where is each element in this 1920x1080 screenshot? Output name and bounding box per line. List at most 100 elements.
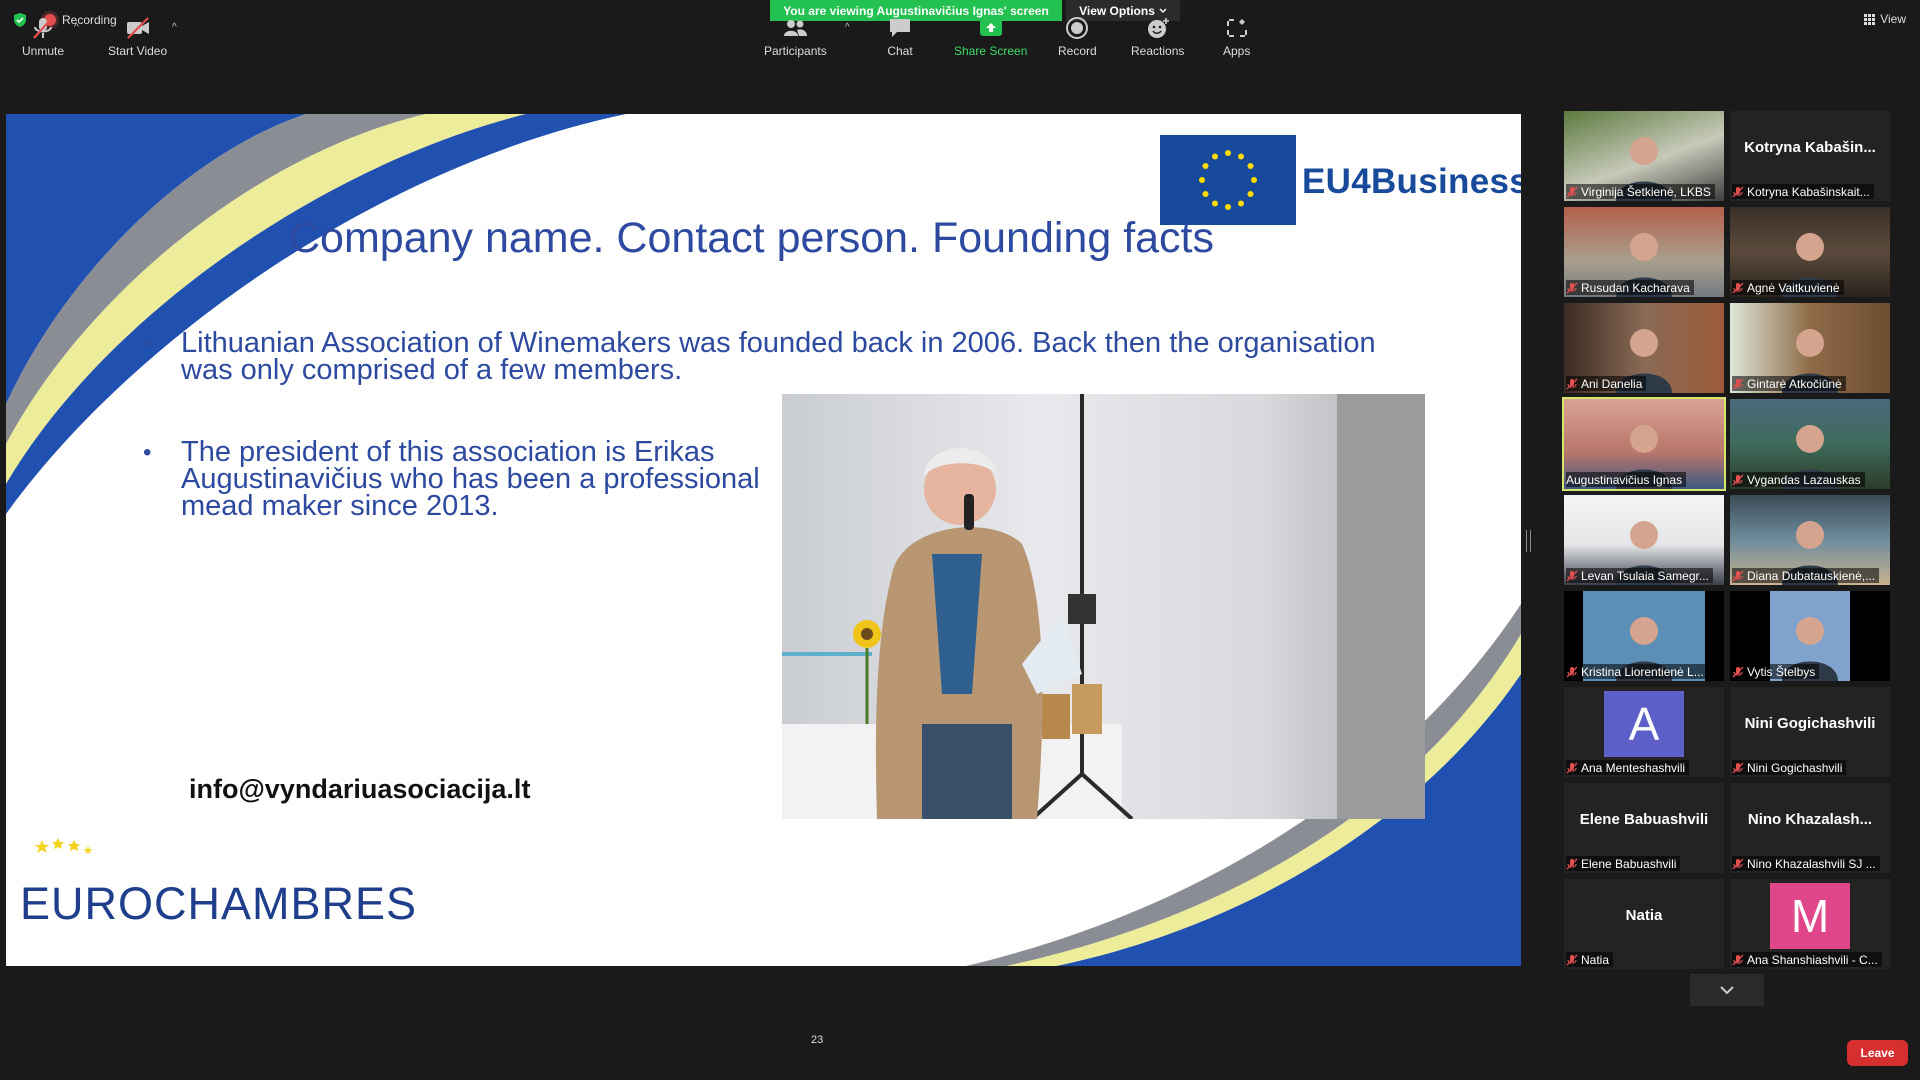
apps-icon xyxy=(1226,19,1247,37)
grid-icon xyxy=(1864,13,1876,25)
participant-tile[interactable]: Virginija Šetkienė, LKBS xyxy=(1564,111,1724,201)
start-video-button[interactable]: Start Video xyxy=(108,16,167,60)
participant-name-label: Ana Shanshiashvili - C... xyxy=(1732,952,1882,967)
participant-tile[interactable]: Natia Natia xyxy=(1564,879,1724,969)
participant-tile[interactable]: Levan Tsulaia Samegr... xyxy=(1564,495,1724,585)
eu4business-logo-text: EU4Business xyxy=(1302,162,1521,201)
mic-muted-icon xyxy=(1566,570,1578,581)
participant-name-label: Kristina Liorentienė L... xyxy=(1566,664,1708,679)
participant-name-text: Diana Dubatauskienė,... xyxy=(1747,568,1876,583)
reactions-icon xyxy=(1147,18,1169,38)
mic-muted-icon xyxy=(1566,954,1578,965)
slide-bullet: • Lithuanian Association of Winemakers w… xyxy=(143,327,1381,386)
participant-tile[interactable]: Agnė Vaitkuvienė xyxy=(1730,207,1890,297)
participant-count-badge: 23 xyxy=(811,1034,824,1046)
participant-name-text: Ana Menteshashvili xyxy=(1581,760,1686,775)
chevron-down-icon xyxy=(1159,8,1167,13)
participant-name-text: Augustinavičius Ignas xyxy=(1566,472,1683,487)
participant-tile[interactable]: Rusudan Kacharava xyxy=(1564,207,1724,297)
audio-options-caret[interactable]: ^ xyxy=(74,22,79,33)
participants-options-caret[interactable]: ^ xyxy=(845,22,850,33)
participant-name-text: Rusudan Kacharava xyxy=(1581,280,1690,295)
unmute-label: Unmute xyxy=(22,44,65,58)
participant-tile[interactable]: Kristina Liorentienė L... xyxy=(1564,591,1724,681)
participant-name-text: Kristina Liorentienė L... xyxy=(1581,664,1704,679)
video-options-caret[interactable]: ^ xyxy=(172,22,177,33)
chevron-down-icon xyxy=(1720,986,1734,995)
participant-tile[interactable]: Vytis Štelbys xyxy=(1730,591,1890,681)
reactions-label: Reactions xyxy=(1131,44,1185,58)
mic-muted-icon xyxy=(1732,666,1744,677)
participant-name-text: Levan Tsulaia Samegr... xyxy=(1581,568,1709,583)
mic-muted-icon xyxy=(1732,378,1744,389)
participant-name-label: Rusudan Kacharava xyxy=(1566,280,1694,295)
participant-name-label: Vytis Štelbys xyxy=(1732,664,1820,679)
participant-name-label: Virginija Šetkienė, LKBS xyxy=(1566,184,1715,199)
participant-name-text: Nini Gogichashvili xyxy=(1747,760,1843,775)
contact-email: info@vyndariuasociacija.lt xyxy=(189,774,531,804)
participant-tile[interactable]: Augustinavičius Ignas xyxy=(1562,397,1726,491)
participant-name-label: Nino Khazalashvili SJ ... xyxy=(1732,856,1880,871)
mic-muted-icon xyxy=(1732,762,1744,773)
participant-tile[interactable]: Elene Babuashvili Elene Babuashvili xyxy=(1564,783,1724,873)
mic-muted-icon xyxy=(33,17,53,39)
participant-tile[interactable]: Ani Danelia xyxy=(1564,303,1724,393)
participants-icon xyxy=(784,20,808,36)
participant-tile[interactable]: M Ana Shanshiashvili - C... xyxy=(1730,879,1890,969)
mic-muted-icon xyxy=(1566,282,1578,293)
participant-name-label: Levan Tsulaia Samegr... xyxy=(1566,568,1713,583)
participant-name-label: Kotryna Kabašinskait... xyxy=(1732,184,1874,199)
unmute-button[interactable]: Unmute xyxy=(22,16,64,60)
participant-tile[interactable]: A Ana Menteshashvili xyxy=(1564,687,1724,777)
view-button[interactable]: View xyxy=(1864,12,1906,26)
eu-stars-icon xyxy=(1199,150,1257,210)
mic-muted-icon xyxy=(1732,186,1744,197)
participant-display-name: Nino Khazalash... xyxy=(1747,810,1873,828)
eurochambres-logo-text: EUROCHAMBRES xyxy=(20,878,418,929)
bullet-text: Lithuanian Association of Winemakers was… xyxy=(181,327,1376,386)
participant-tile[interactable]: Nini Gogichashvili Nini Gogichashvili xyxy=(1730,687,1890,777)
shared-screen-slide: EU4Business Company name. Contact person… xyxy=(6,114,1521,966)
mic-muted-icon xyxy=(1566,378,1578,389)
participant-tile[interactable]: Kotryna Kabašin... Kotryna Kabašinskait..… xyxy=(1730,111,1890,201)
participant-name-text: Nino Khazalashvili SJ ... xyxy=(1747,856,1876,871)
participant-name-label: Elene Babuashvili xyxy=(1566,856,1681,871)
participant-name-text: Ani Danelia xyxy=(1581,376,1643,391)
record-button[interactable]: Record xyxy=(1058,16,1097,60)
record-label: Record xyxy=(1058,44,1097,58)
participant-name-text: Vygandas Lazauskas xyxy=(1747,472,1861,487)
record-icon xyxy=(1066,17,1089,39)
participant-name-text: Kotryna Kabašinskait... xyxy=(1747,184,1870,199)
panel-resize-handle[interactable] xyxy=(1526,530,1531,552)
mic-muted-icon xyxy=(1732,282,1744,293)
participant-name-text: Elene Babuashvili xyxy=(1581,856,1677,871)
mic-muted-icon xyxy=(1732,570,1744,581)
participant-tile[interactable]: Vygandas Lazauskas xyxy=(1730,399,1890,489)
participant-name-label: Vygandas Lazauskas xyxy=(1732,472,1865,487)
mic-muted-icon xyxy=(1566,186,1578,197)
participant-avatar: A xyxy=(1604,691,1684,757)
participant-name-label: Natia xyxy=(1566,952,1614,967)
mic-muted-icon xyxy=(1732,954,1744,965)
participant-display-name: Elene Babuashvili xyxy=(1579,810,1709,828)
reactions-button[interactable]: Reactions xyxy=(1131,16,1184,60)
participant-name-label: Ani Danelia xyxy=(1566,376,1647,391)
participant-name-text: Agnė Vaitkuvienė xyxy=(1747,280,1840,295)
participant-tile[interactable]: Diana Dubatauskienė,... xyxy=(1730,495,1890,585)
bullet-marker: • xyxy=(143,330,152,357)
participant-name-label: Nini Gogichashvili xyxy=(1732,760,1847,775)
participant-tile[interactable]: Nino Khazalash... Nino Khazalashvili SJ .… xyxy=(1730,783,1890,873)
participant-name-label: Gintarė Atkočiūnė xyxy=(1732,376,1846,391)
participants-button[interactable]: Participants xyxy=(764,16,827,60)
apps-button[interactable]: Apps xyxy=(1223,16,1250,60)
participant-name-text: Virginija Šetkienė, LKBS xyxy=(1581,184,1711,199)
participant-avatar: M xyxy=(1770,883,1850,949)
chat-button[interactable]: Chat xyxy=(887,16,913,60)
gallery-next-page-button[interactable] xyxy=(1690,974,1764,1006)
leave-meeting-button[interactable]: Leave xyxy=(1847,1040,1908,1066)
mic-muted-icon xyxy=(1566,858,1578,869)
participant-display-name: Natia xyxy=(1625,906,1663,924)
participant-tile[interactable]: Gintarė Atkočiūnė xyxy=(1730,303,1890,393)
slide-bullet: • The president of this association is E… xyxy=(143,438,801,521)
share-screen-button[interactable]: Share Screen xyxy=(954,16,1027,60)
